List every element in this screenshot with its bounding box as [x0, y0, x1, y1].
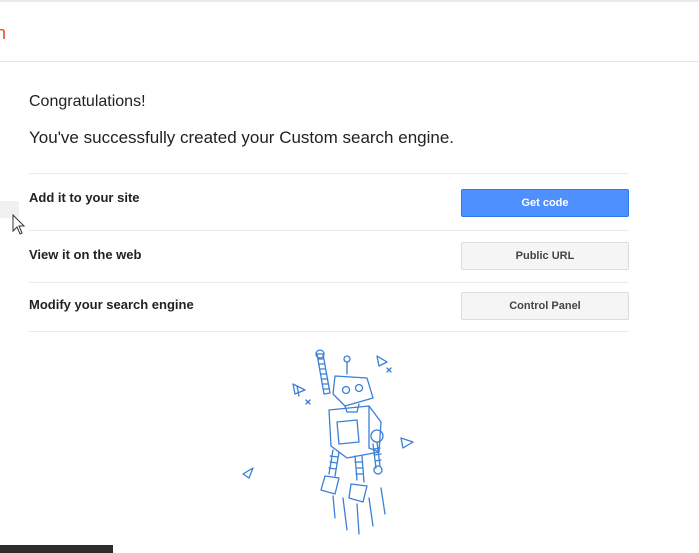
- success-message: You've successfully created your Custom …: [29, 128, 455, 147]
- divider: [29, 331, 629, 332]
- logo[interactable]: n: [0, 22, 6, 44]
- view-on-web-label: View it on the web: [29, 247, 142, 262]
- modify-engine-label: Modify your search engine: [29, 297, 194, 312]
- control-panel-button[interactable]: Control Panel: [461, 292, 629, 320]
- divider: [29, 282, 629, 283]
- bottom-bar: [0, 545, 113, 553]
- divider: [29, 173, 629, 174]
- header-bar: n: [0, 2, 699, 62]
- public-url-button[interactable]: Public URL: [461, 242, 629, 270]
- mouse-cursor-icon: [12, 214, 26, 235]
- divider: [29, 230, 629, 231]
- congrats-heading: Congratulations!: [29, 93, 146, 110]
- robot-illustration: [242, 349, 414, 535]
- add-to-site-label: Add it to your site: [29, 190, 140, 205]
- get-code-button[interactable]: Get code: [461, 189, 629, 217]
